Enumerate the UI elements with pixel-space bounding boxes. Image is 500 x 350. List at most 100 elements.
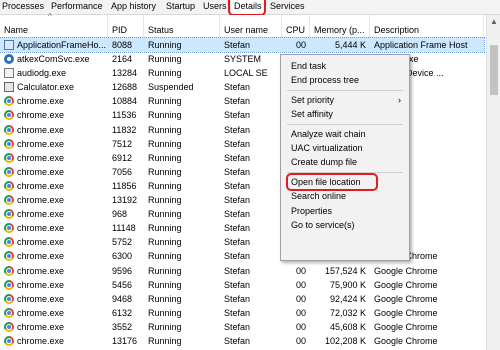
table-row[interactable]: chrome.exe 9468 Running Stefan 00 92,424 K Goo… [0, 292, 484, 306]
process-user: Stefan [224, 166, 251, 177]
column-header-row: ^ Name PID Status User name CPU Memory (p... D… [0, 12, 484, 38]
scroll-up-icon[interactable]: ▲ [489, 17, 499, 27]
process-name: Calculator.exe [17, 82, 75, 93]
tab-details-highlight-box [228, 0, 266, 16]
process-memory: 72,032 K [329, 307, 366, 318]
vertical-scrollbar[interactable]: ▲ [486, 15, 500, 350]
menu-item-create-dump-file[interactable]: Create dump file [291, 155, 357, 169]
process-status: Running [148, 40, 182, 50]
chrome-icon [4, 124, 14, 135]
table-row[interactable]: chrome.exe7512RunningStefanChrome [0, 137, 484, 151]
process-user: Stefan [224, 335, 251, 346]
process-user: Stefan [224, 223, 251, 234]
column-header-user-name[interactable]: User name [220, 15, 282, 37]
process-name: chrome.exe [17, 335, 65, 346]
process-status: Suspended [148, 82, 194, 93]
tab-app-history[interactable]: App history [111, 0, 156, 14]
process-memory: 157,524 K [324, 265, 366, 276]
process-pid: 7056 [112, 166, 133, 177]
process-user: Stefan [224, 209, 251, 220]
process-cpu: 00 [295, 40, 306, 50]
column-header-memory-p[interactable]: Memory (p... [310, 15, 370, 37]
chrome-icon [4, 321, 14, 332]
table-row[interactable]: chrome.exe5752RunningStefanChrome [0, 235, 484, 249]
process-pid: 11148 [112, 223, 136, 234]
process-description: Google Chrome [374, 335, 438, 346]
process-pid: 6912 [112, 152, 133, 163]
process-user: Stefan [224, 195, 251, 206]
process-user: SYSTEM [224, 54, 262, 65]
table-row[interactable]: chrome.exe7056RunningStefanChrome [0, 165, 484, 179]
table-row[interactable]: chrome.exe11856RunningStefanChrome [0, 179, 484, 193]
process-name: chrome.exe [17, 321, 65, 332]
process-pid: 13192 [112, 195, 138, 206]
process-description: Google Chrome [374, 293, 438, 304]
tab-startup[interactable]: Startup [166, 0, 195, 14]
table-row[interactable]: chrome.exe13192RunningStefanChrome [0, 193, 484, 207]
tab-services[interactable]: Services [270, 0, 305, 14]
menu-item-go-to-service-s[interactable]: Go to service(s) [291, 218, 355, 232]
process-user: Stefan [224, 180, 251, 191]
table-row[interactable]: chrome.exe6300RunningStefan0063,340 KGoo… [0, 249, 484, 263]
table-row[interactable]: chrome.exe 13176 Running Stefan 00 102,208 K G… [0, 334, 484, 348]
process-user: Stefan [224, 40, 251, 50]
menu-item-properties[interactable]: Properties [291, 204, 332, 218]
table-row[interactable]: chrome.exe 9596 Running Stefan 00 157,524 K Go… [0, 264, 484, 278]
tab-performance[interactable]: Performance [51, 0, 103, 14]
menu-item-uac-virtualization[interactable]: UAC virtualization [291, 141, 363, 155]
table-row[interactable]: chrome.exe11536RunningStefanChrome [0, 108, 484, 122]
menu-separator [287, 89, 403, 91]
process-user: Stefan [224, 307, 251, 318]
menu-item-set-affinity[interactable]: Set affinity [291, 107, 333, 121]
column-header-name[interactable]: Name [0, 15, 108, 37]
column-header-description[interactable]: Description [370, 15, 484, 37]
table-row[interactable]: atkexComSvc.exe2164RunningSYSTEMomSvc.ex… [0, 52, 484, 66]
table-row[interactable]: chrome.exe6912RunningStefanChrome [0, 151, 484, 165]
menu-item-search-online[interactable]: Search online [291, 189, 346, 203]
menu-item-end-process-tree[interactable]: End process tree [291, 73, 359, 87]
process-pid: 2164 [112, 54, 133, 65]
table-row[interactable]: Calculator.exe12688SuspendedStefantor.ex… [0, 80, 484, 94]
process-name: chrome.exe [17, 265, 65, 276]
table-row[interactable]: audiodg.exe13284RunningLOCAL SEs Audio D… [0, 66, 484, 80]
tab-bar: Processes Performance App history Startup Us… [0, 0, 500, 16]
process-user: Stefan [224, 293, 251, 304]
chrome-icon [4, 251, 14, 262]
process-user: Stefan [224, 279, 251, 290]
table-row[interactable]: ApplicationFrameHo... 8088 Running Stefan 00… [0, 36, 485, 54]
chrome-icon [4, 209, 14, 220]
process-pid: 13284 [112, 68, 138, 79]
chrome-icon [4, 335, 14, 346]
menu-item-analyze-wait-chain[interactable]: Analyze wait chain [291, 127, 366, 141]
column-header-pid[interactable]: PID [108, 15, 144, 37]
process-status: Running [148, 279, 182, 290]
chrome-icon [4, 166, 14, 177]
table-row[interactable]: chrome.exe 3552 Running Stefan 00 45,608 K Goo… [0, 320, 484, 334]
tab-users[interactable]: Users [203, 0, 227, 14]
process-description: Google Chrome [374, 321, 438, 332]
menu-item-set-priority[interactable]: Set priority [291, 93, 334, 107]
process-status: Running [148, 180, 182, 191]
table-row[interactable]: chrome.exe11148RunningStefanChrome [0, 221, 484, 235]
process-description: Google Chrome [374, 307, 438, 318]
menu-item-end-task[interactable]: End task [291, 59, 326, 73]
process-status: Running [148, 335, 182, 346]
process-status: Running [148, 209, 182, 220]
table-row[interactable]: chrome.exe968RunningStefanChrome [0, 207, 484, 221]
tab-processes[interactable]: Processes [2, 0, 44, 14]
table-row[interactable]: chrome.exe10884RunningStefanChrome [0, 94, 484, 108]
table-row[interactable]: chrome.exe 5456 Running Stefan 00 75,900 K Goo… [0, 278, 484, 292]
column-header-cpu[interactable]: CPU [282, 15, 310, 37]
scrollbar-thumb[interactable] [490, 45, 498, 95]
column-header-status[interactable]: Status [144, 15, 220, 37]
table-row[interactable]: chrome.exe11832RunningStefanChrome [0, 123, 484, 137]
process-status: Running [148, 321, 182, 332]
process-cpu: 00 [295, 293, 306, 304]
window-icon [4, 40, 14, 50]
process-pid: 11856 [112, 180, 137, 191]
process-pid: 8088 [112, 40, 133, 50]
table-row[interactable]: chrome.exe 6132 Running Stefan 00 72,032 K Goo… [0, 306, 484, 320]
chrome-icon [4, 152, 14, 163]
process-user: Stefan [224, 265, 251, 276]
process-name: chrome.exe [17, 152, 65, 163]
